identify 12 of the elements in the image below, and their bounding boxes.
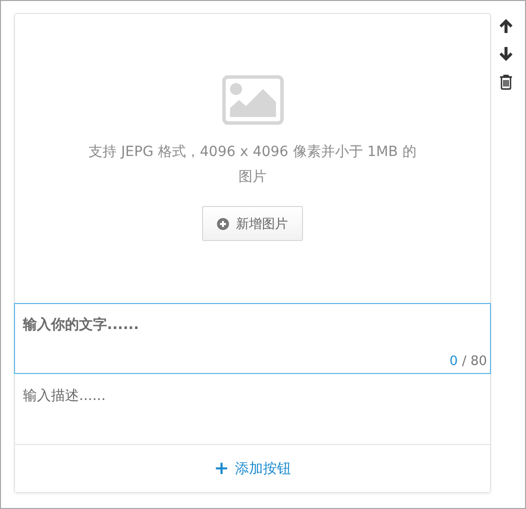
plus-circle-icon <box>217 218 229 230</box>
arrow-up-icon <box>498 18 514 34</box>
add-button[interactable]: + 添加按钮 <box>15 445 490 492</box>
trash-icon <box>499 74 513 90</box>
move-down-button[interactable] <box>497 45 515 63</box>
move-up-button[interactable] <box>497 17 515 35</box>
add-image-button[interactable]: 新增图片 <box>202 206 303 241</box>
arrow-down-icon <box>498 46 514 62</box>
image-icon <box>222 75 284 125</box>
delete-button[interactable] <box>497 73 515 91</box>
character-counter: 0 / 80 <box>450 354 487 369</box>
upload-hint: 支持 JEPG 格式，4096 x 4096 像素并小于 1MB 的图片 <box>88 143 418 187</box>
